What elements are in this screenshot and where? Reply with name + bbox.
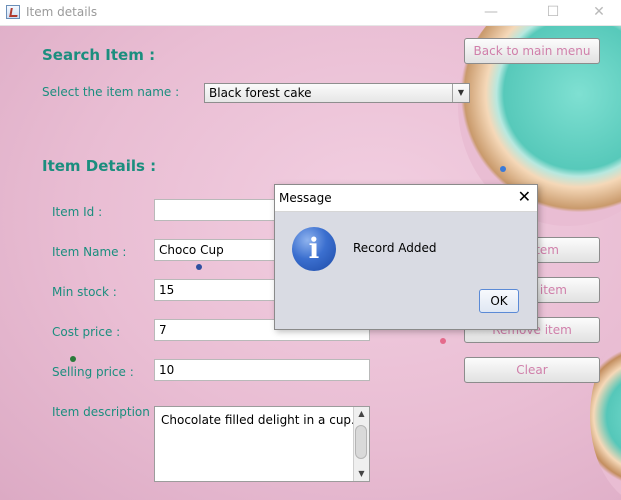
sprinkle bbox=[196, 264, 202, 270]
window-title: Item details bbox=[26, 5, 98, 19]
sprinkle bbox=[70, 356, 76, 362]
scroll-down-icon[interactable]: ▼ bbox=[354, 467, 369, 481]
sprinkle bbox=[440, 338, 446, 344]
java-app-icon bbox=[6, 5, 20, 19]
donut-image-2 bbox=[590, 326, 621, 500]
info-icon: i bbox=[292, 227, 336, 271]
dialog-close-button[interactable]: ✕ bbox=[518, 188, 531, 206]
maximize-button[interactable]: ☐ bbox=[538, 2, 568, 22]
selling-price-label: Selling price : bbox=[52, 365, 134, 379]
dropdown-arrow-icon[interactable]: ▼ bbox=[452, 84, 469, 102]
clear-button[interactable]: Clear bbox=[464, 357, 600, 383]
item-description-textarea[interactable]: Chocolate filled delight in a cup. ▲ ▼ bbox=[154, 406, 370, 482]
item-name-select-value: Black forest cake bbox=[209, 86, 312, 100]
scroll-thumb[interactable] bbox=[355, 425, 367, 459]
item-name-label: Item Name : bbox=[52, 245, 127, 259]
dialog-title-bar: Message ✕ bbox=[275, 185, 537, 212]
item-id-label: Item Id : bbox=[52, 205, 103, 219]
selling-price-field[interactable]: 10 bbox=[154, 359, 370, 381]
dialog-message: Record Added bbox=[353, 241, 437, 255]
min-stock-label: Min stock : bbox=[52, 285, 117, 299]
item-name-select[interactable]: Black forest cake ▼ bbox=[204, 83, 470, 103]
search-heading: Search Item : bbox=[42, 46, 156, 64]
details-heading: Item Details : bbox=[42, 157, 157, 175]
item-description-text: Chocolate filled delight in a cup. bbox=[161, 413, 355, 427]
ok-button[interactable]: OK bbox=[479, 289, 519, 313]
title-bar: Item details — ☐ ✕ bbox=[0, 0, 621, 26]
message-dialog: Message ✕ i Record Added OK bbox=[274, 184, 538, 330]
close-window-button[interactable]: ✕ bbox=[584, 2, 614, 22]
dialog-title: Message bbox=[279, 191, 332, 205]
item-description-label: Item description : bbox=[52, 405, 158, 419]
scroll-up-icon[interactable]: ▲ bbox=[354, 407, 369, 421]
sprinkle bbox=[500, 166, 506, 172]
minimize-button[interactable]: — bbox=[476, 2, 506, 22]
cost-price-label: Cost price : bbox=[52, 325, 121, 339]
select-item-label: Select the item name : bbox=[42, 85, 180, 99]
description-scrollbar[interactable]: ▲ ▼ bbox=[353, 407, 369, 481]
back-to-main-menu-button[interactable]: Back to main menu bbox=[464, 38, 600, 64]
